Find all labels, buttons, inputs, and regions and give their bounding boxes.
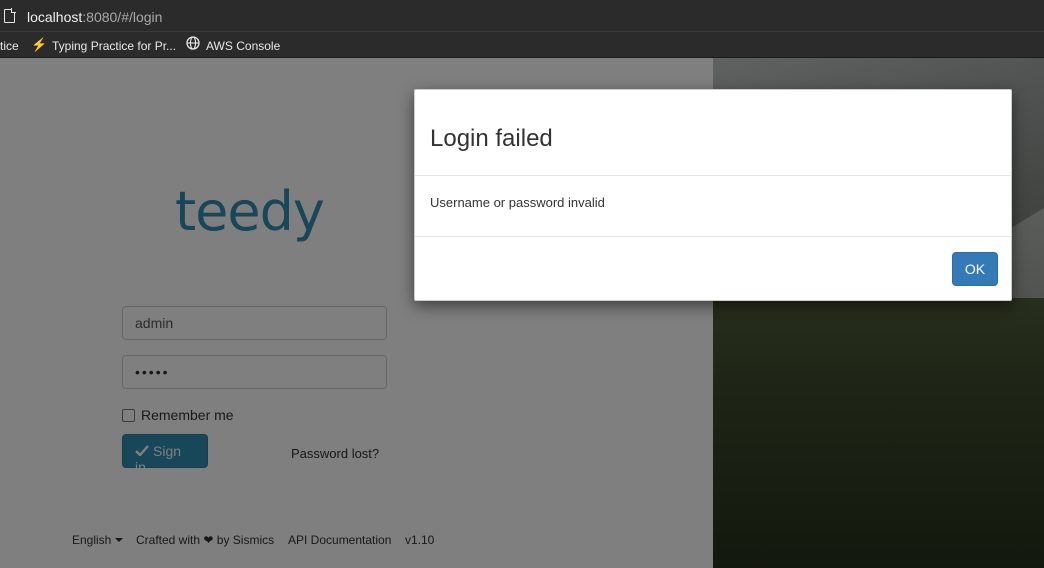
login-failed-dialog: Login failed Username or password invali… <box>414 89 1012 301</box>
modal-title: Login failed <box>430 125 553 152</box>
bookmark-item[interactable]: AWS Console <box>206 39 280 53</box>
bookmark-item[interactable]: Typing Practice for Pr... <box>52 39 176 53</box>
url-path: :8080/#/login <box>82 9 163 25</box>
browser-address-bar: localhost:8080/#/login <box>0 0 1044 32</box>
modal-message: Username or password invalid <box>430 195 605 210</box>
globe-icon <box>186 36 200 53</box>
page-viewport: teedy admin ••••• Remember me Sign in Pa… <box>0 58 1044 568</box>
modal-header: Login failed <box>415 90 1011 176</box>
bookmarks-bar: tice ⚡ Typing Practice for Pr... AWS Con… <box>0 32 1044 58</box>
ok-button[interactable]: OK <box>952 252 998 286</box>
lightning-icon: ⚡ <box>31 37 48 52</box>
page-icon <box>4 8 16 23</box>
modal-body: Username or password invalid <box>415 176 1011 237</box>
url-field[interactable]: localhost:8080/#/login <box>27 9 162 25</box>
url-host: localhost <box>27 9 83 25</box>
bookmark-item[interactable]: tice <box>0 39 19 53</box>
